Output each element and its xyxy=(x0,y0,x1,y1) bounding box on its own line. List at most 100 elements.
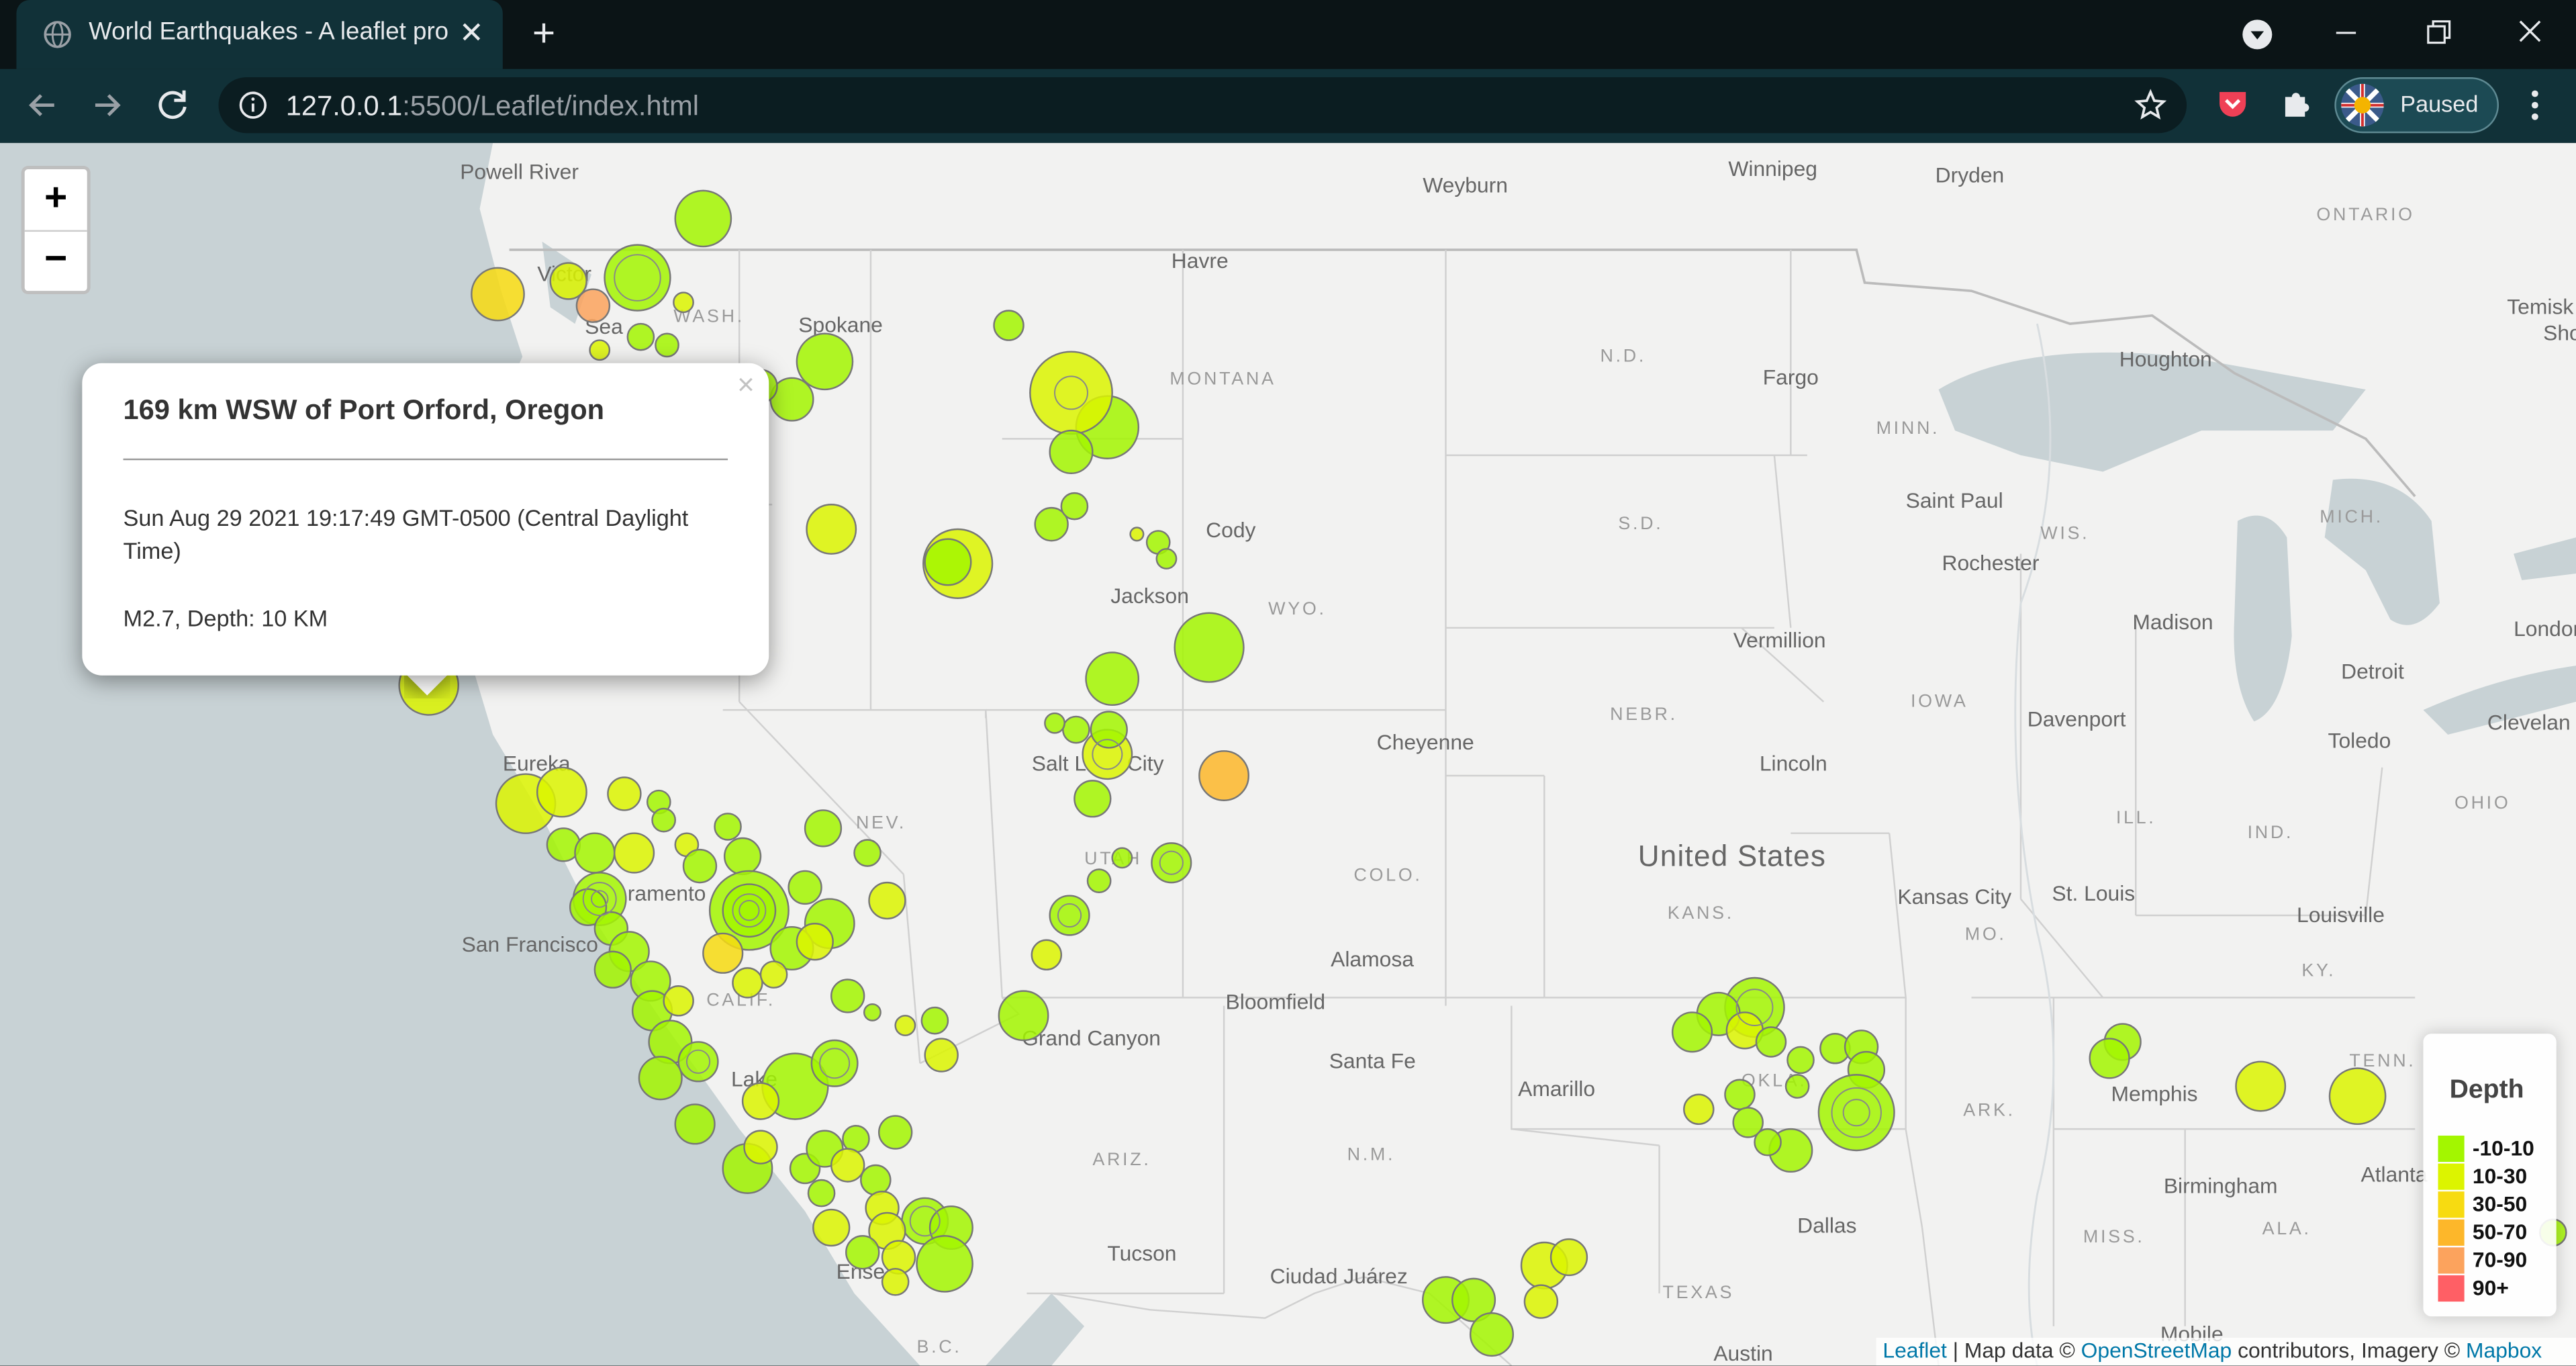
quake-marker[interactable] xyxy=(2089,1038,2130,1079)
map-container[interactable]: Powell River Victor Sea WASH. Spokane We… xyxy=(0,142,2576,1366)
quake-marker[interactable] xyxy=(655,332,679,358)
quake-marker[interactable] xyxy=(2235,1060,2287,1112)
quake-marker[interactable] xyxy=(1155,548,1178,570)
restore-icon[interactable] xyxy=(2415,13,2461,53)
browser-tab[interactable]: World Earthquakes - A leaflet pro ✕ xyxy=(16,0,503,69)
quake-marker[interactable] xyxy=(1044,712,1065,734)
profile-button[interactable]: Paused xyxy=(2334,77,2499,134)
quake-marker[interactable] xyxy=(1060,492,1089,520)
quake-marker[interactable] xyxy=(1683,1093,1715,1126)
quake-marker[interactable] xyxy=(812,1208,851,1247)
minimize-icon[interactable] xyxy=(2323,13,2369,53)
quake-marker[interactable] xyxy=(651,807,676,833)
quake-marker[interactable] xyxy=(1786,1046,1815,1075)
quake-marker[interactable] xyxy=(1671,1011,1713,1053)
tab-search-icon[interactable] xyxy=(2241,18,2274,51)
quake-marker[interactable] xyxy=(575,288,611,323)
quake-marker[interactable] xyxy=(674,189,732,248)
quake-marker[interactable] xyxy=(536,766,587,818)
quake-marker[interactable] xyxy=(796,332,854,391)
quake-marker[interactable] xyxy=(1469,1312,1515,1357)
quake-marker[interactable] xyxy=(806,504,857,555)
quake-marker[interactable] xyxy=(860,1164,892,1196)
quake-marker[interactable] xyxy=(593,950,632,989)
quake-marker[interactable] xyxy=(1784,1074,1810,1099)
quake-marker[interactable] xyxy=(589,339,611,361)
quake-marker[interactable] xyxy=(741,1082,780,1120)
quake-marker[interactable] xyxy=(1049,429,1094,474)
osm-link[interactable]: OpenStreetMap xyxy=(2081,1338,2232,1363)
quake-marker[interactable] xyxy=(1085,651,1140,707)
quake-marker[interactable] xyxy=(1074,780,1112,818)
quake-marker[interactable] xyxy=(924,538,972,586)
quake-marker[interactable] xyxy=(1090,711,1128,749)
quake-marker[interactable] xyxy=(471,267,525,322)
quake-marker[interactable] xyxy=(830,978,865,1013)
quake-marker[interactable] xyxy=(877,1115,913,1150)
quake-marker[interactable] xyxy=(845,1234,880,1270)
quake-marker[interactable] xyxy=(722,883,777,938)
quake-marker[interactable] xyxy=(810,1039,859,1087)
more-options-icon[interactable] xyxy=(2522,87,2548,124)
quake-marker[interactable] xyxy=(1029,351,1113,435)
quake-marker[interactable] xyxy=(998,990,1049,1042)
mapbox-link[interactable]: Mapbox xyxy=(2466,1338,2542,1363)
reload-icon[interactable] xyxy=(151,84,194,127)
quake-marker[interactable] xyxy=(607,776,642,811)
quake-marker[interactable] xyxy=(723,837,762,876)
forward-arrow-icon[interactable] xyxy=(85,84,128,127)
quake-marker[interactable] xyxy=(702,932,744,974)
quake-marker[interactable] xyxy=(743,1130,778,1165)
quake-marker[interactable] xyxy=(1062,715,1090,744)
quake-marker[interactable] xyxy=(1549,1238,1588,1277)
quake-marker[interactable] xyxy=(1724,1079,1756,1111)
address-bar[interactable]: 127.0.0.1:5500/Leaflet/index.html xyxy=(218,77,2187,134)
extensions-puzzle-icon[interactable] xyxy=(2281,87,2313,120)
quake-marker[interactable] xyxy=(682,848,718,884)
quake-marker[interactable] xyxy=(2328,1067,2387,1126)
pocket-extension-icon[interactable] xyxy=(2216,87,2249,120)
quake-marker[interactable] xyxy=(1754,1128,1782,1156)
quake-marker[interactable] xyxy=(673,291,694,314)
quake-marker[interactable] xyxy=(916,1234,973,1293)
quake-marker[interactable] xyxy=(574,832,616,874)
bookmark-star-icon[interactable] xyxy=(2134,89,2167,122)
quake-marker[interactable] xyxy=(1817,1074,1895,1152)
quake-marker[interactable] xyxy=(663,985,694,1017)
quake-marker[interactable] xyxy=(1129,527,1145,542)
quake-marker[interactable] xyxy=(1031,939,1063,971)
quake-marker[interactable] xyxy=(732,967,763,999)
quake-marker[interactable] xyxy=(853,839,881,867)
close-window-icon[interactable] xyxy=(2507,13,2553,53)
back-arrow-icon[interactable] xyxy=(21,84,64,127)
quake-marker[interactable] xyxy=(1174,612,1245,683)
quake-marker[interactable] xyxy=(759,960,788,989)
quake-marker[interactable] xyxy=(796,923,834,961)
quake-marker[interactable] xyxy=(807,1179,836,1208)
quake-marker[interactable] xyxy=(1523,1284,1559,1319)
quake-marker[interactable] xyxy=(920,1006,949,1035)
quake-marker[interactable] xyxy=(993,310,1024,341)
leaflet-link[interactable]: Leaflet xyxy=(1882,1338,1947,1363)
site-info-icon[interactable] xyxy=(238,91,268,120)
quake-marker[interactable] xyxy=(613,832,655,874)
quake-marker[interactable] xyxy=(1151,842,1192,884)
quake-marker[interactable] xyxy=(714,813,742,841)
quake-marker[interactable] xyxy=(894,1015,916,1036)
new-tab-button[interactable]: + xyxy=(522,12,565,56)
quake-marker[interactable] xyxy=(788,870,822,905)
quake-marker[interactable] xyxy=(881,1267,910,1296)
quake-marker[interactable] xyxy=(804,809,843,848)
tab-close-icon[interactable]: ✕ xyxy=(453,15,489,51)
quake-marker[interactable] xyxy=(1086,868,1112,893)
quake-marker[interactable] xyxy=(830,1148,865,1183)
quake-marker[interactable] xyxy=(863,1003,881,1021)
zoom-in-button[interactable]: + xyxy=(24,169,87,232)
quake-marker[interactable] xyxy=(674,1103,716,1145)
popup-close-button[interactable]: × xyxy=(730,368,763,401)
quake-marker[interactable] xyxy=(1198,750,1250,801)
quake-marker[interactable] xyxy=(924,1038,959,1073)
quake-marker[interactable] xyxy=(1049,895,1090,936)
quake-marker[interactable] xyxy=(1111,847,1133,869)
quake-marker[interactable] xyxy=(638,1056,683,1101)
